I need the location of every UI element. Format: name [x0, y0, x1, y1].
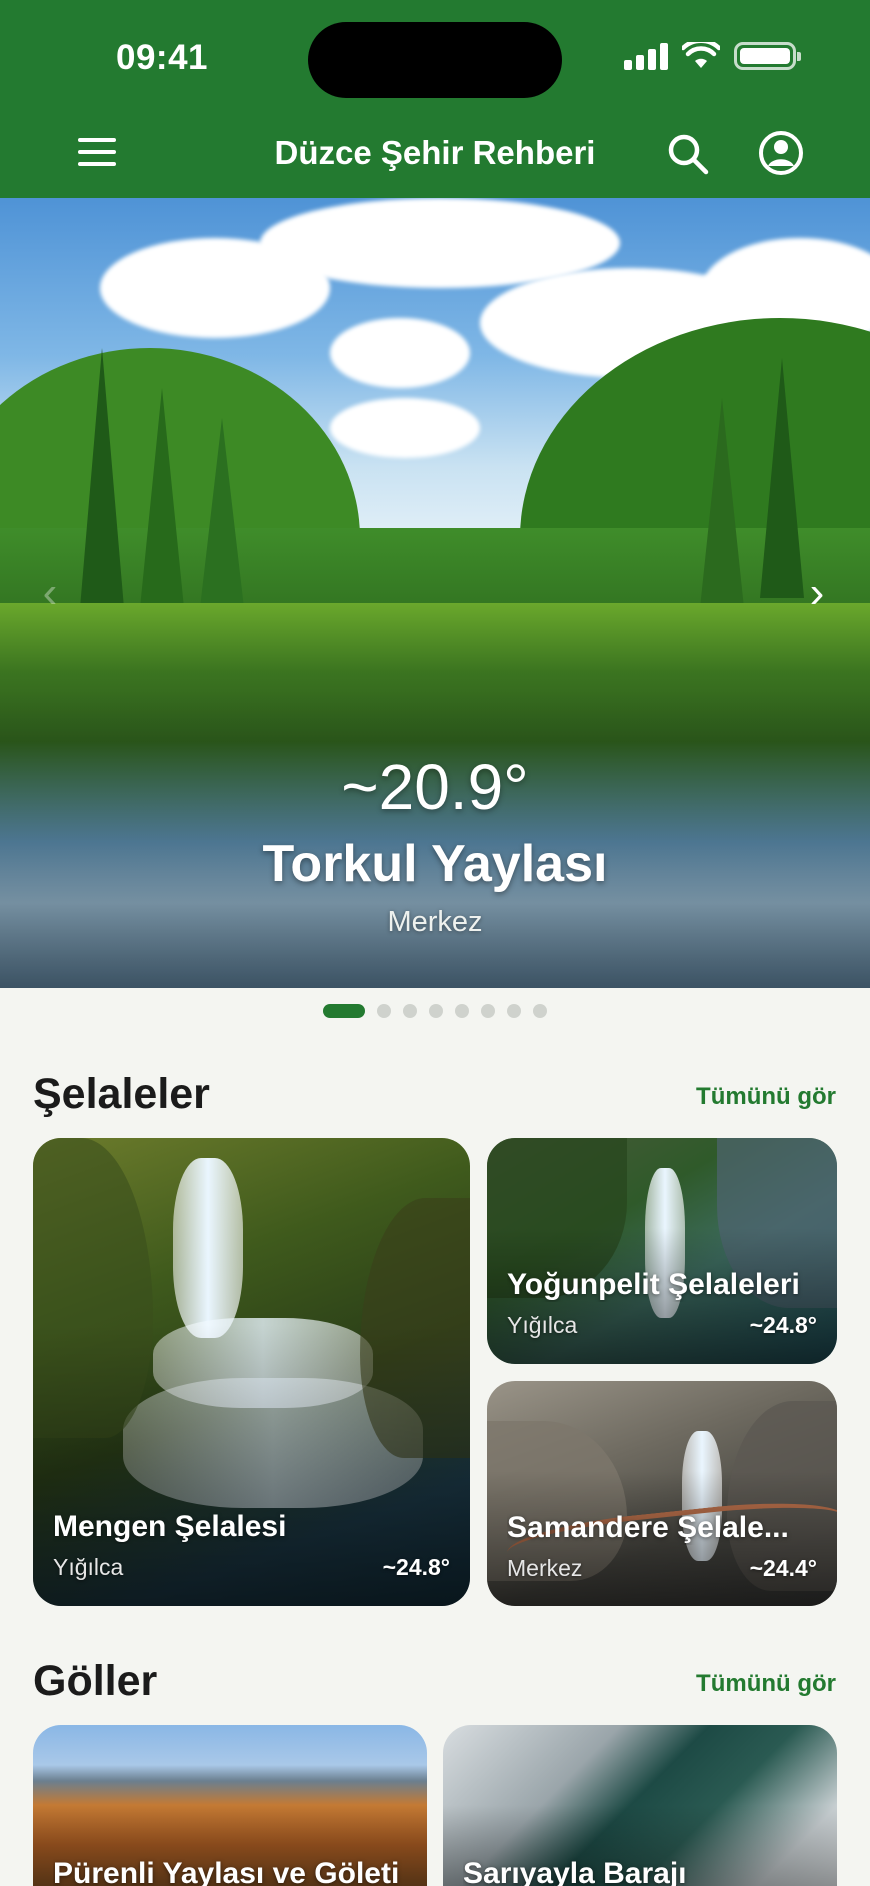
card-temperature: ~24.8° [749, 1312, 817, 1338]
hero-title: Torkul Yaylası [262, 835, 608, 893]
pagination-dot[interactable] [533, 1004, 547, 1018]
app-title: Düzce Şehir Rehberi [274, 134, 596, 171]
carousel-pagination [0, 1004, 870, 1018]
lake-card[interactable]: Pürenli Yaylası ve Göleti [33, 1725, 427, 1886]
pagination-dot[interactable] [507, 1004, 521, 1018]
card-title: Sarıyayla Barajı [463, 1857, 687, 1886]
card-title: Yoğunpelit Şelaleleri [507, 1268, 800, 1301]
card-location: Yığılca [507, 1312, 578, 1338]
battery-icon [734, 42, 801, 70]
waterfall-card[interactable]: Samandere Şelale... Merkez ~24.4° [487, 1381, 837, 1606]
pagination-dot[interactable] [481, 1004, 495, 1018]
profile-icon[interactable] [758, 130, 804, 176]
pagination-dot[interactable] [377, 1004, 391, 1018]
search-icon[interactable] [666, 132, 710, 176]
see-all-waterfalls-link[interactable]: Tümünü gör [696, 1083, 836, 1111]
card-title: Samandere Şelale... [507, 1511, 789, 1544]
signal-icon [624, 42, 668, 70]
see-all-lakes-link[interactable]: Tümünü gör [696, 1670, 836, 1698]
card-location: Yığılca [53, 1554, 124, 1580]
dynamic-island [308, 22, 562, 98]
waterfall-card[interactable]: Yoğunpelit Şelaleleri Yığılca ~24.8° [487, 1138, 837, 1364]
card-title: Mengen Şelalesi [53, 1510, 287, 1543]
section-title-waterfalls: Şelaleler [33, 1070, 210, 1118]
chevron-left-icon[interactable]: ‹ [30, 568, 70, 618]
waterfall-card[interactable]: Mengen Şelalesi Yığılca ~24.8° [33, 1138, 470, 1606]
pagination-dot[interactable] [403, 1004, 417, 1018]
hero-location: Merkez [387, 906, 483, 938]
pagination-dot[interactable] [455, 1004, 469, 1018]
hero-carousel[interactable]: ‹ › ~20.9° Torkul Yaylası Merkez [0, 198, 870, 988]
card-temperature: ~24.4° [749, 1555, 817, 1581]
lake-card[interactable]: Sarıyayla Barajı [443, 1725, 837, 1886]
app-header: 09:41 Düzce Şehir Rehberi [0, 0, 870, 198]
pagination-dot[interactable] [323, 1004, 365, 1018]
chevron-right-icon[interactable]: › [797, 568, 837, 618]
wifi-icon [682, 42, 720, 68]
card-title: Pürenli Yaylası ve Göleti [53, 1857, 400, 1886]
pagination-dot[interactable] [429, 1004, 443, 1018]
card-location: Merkez [507, 1555, 583, 1581]
status-icons [624, 42, 801, 70]
hero-temperature: ~20.9° [341, 751, 529, 823]
nav-bar: Düzce Şehir Rehberi [0, 118, 870, 190]
section-title-lakes: Göller [33, 1657, 158, 1705]
card-temperature: ~24.8° [382, 1554, 450, 1580]
status-time: 09:41 [116, 38, 209, 77]
